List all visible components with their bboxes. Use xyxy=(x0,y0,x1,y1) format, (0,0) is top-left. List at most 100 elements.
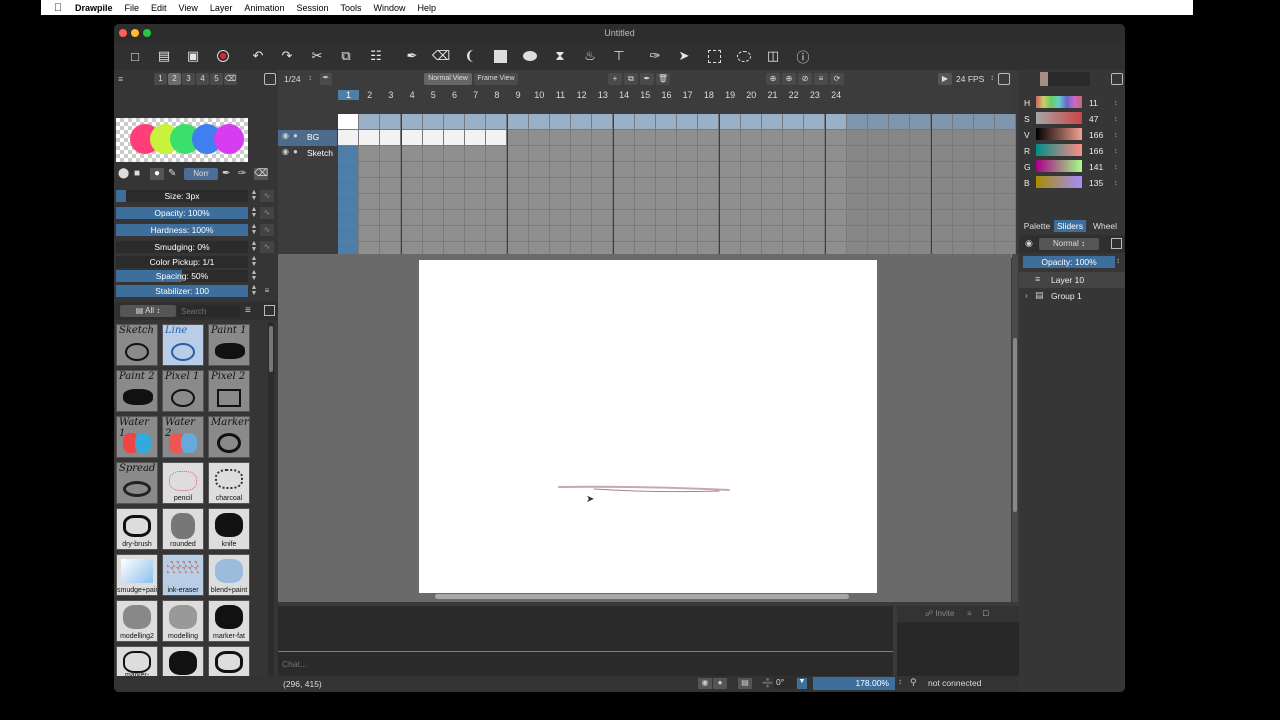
open-document-icon[interactable]: ▤ xyxy=(155,47,173,65)
frame-cell[interactable] xyxy=(613,194,635,210)
frame-cell[interactable] xyxy=(677,194,699,210)
frame-cell[interactable] xyxy=(634,162,656,178)
value-value[interactable]: 166 xyxy=(1089,130,1103,140)
frame-cell[interactable] xyxy=(995,194,1017,210)
blue-value[interactable]: 135 xyxy=(1089,178,1103,188)
frame-number[interactable]: 1 xyxy=(338,90,359,100)
ellipse-tool-icon[interactable] xyxy=(521,47,539,65)
frame-number[interactable]: 10 xyxy=(529,90,550,100)
brush-preset-dry-brush[interactable]: dry-brush xyxy=(116,508,158,550)
brush-preset-modelling[interactable]: modelling xyxy=(162,600,204,642)
record-icon[interactable] xyxy=(214,47,232,65)
add-keyframe-icon[interactable]: + xyxy=(608,73,622,85)
frame-cell[interactable] xyxy=(422,146,444,162)
frame-number[interactable]: 7 xyxy=(465,90,486,100)
frame-cell[interactable] xyxy=(465,178,487,194)
frame-cell[interactable] xyxy=(422,210,444,226)
frame-cell[interactable] xyxy=(974,146,995,162)
frame-cell[interactable] xyxy=(486,226,508,242)
frame-cell[interactable] xyxy=(444,226,465,242)
frame-cell[interactable] xyxy=(550,162,571,178)
frame-cell[interactable] xyxy=(952,194,974,210)
frame-cell[interactable] xyxy=(656,210,677,226)
frame-cell[interactable] xyxy=(762,194,783,210)
blue-slider[interactable] xyxy=(1036,176,1082,188)
frame-cell[interactable] xyxy=(995,226,1017,242)
frame-number[interactable]: 13 xyxy=(592,90,613,100)
frame-cell[interactable] xyxy=(465,146,487,162)
frame-cell[interactable] xyxy=(719,178,741,194)
frame-cell[interactable] xyxy=(613,114,635,130)
frame-cell[interactable] xyxy=(444,146,465,162)
color-panel-undock-icon[interactable] xyxy=(1111,73,1123,85)
eraser-icon[interactable]: ⌫ xyxy=(432,47,450,65)
chat-input[interactable] xyxy=(282,656,882,672)
frame-cell[interactable] xyxy=(804,210,826,226)
frame-cell[interactable] xyxy=(656,130,677,146)
inspector-icon[interactable]: ⓘ xyxy=(794,47,812,65)
frame-cell[interactable] xyxy=(571,146,593,162)
frame-cell[interactable] xyxy=(550,114,571,130)
frame-cell[interactable] xyxy=(974,162,995,178)
frame-cell[interactable] xyxy=(698,210,720,226)
frame-cell[interactable] xyxy=(783,194,805,210)
frame-cell[interactable] xyxy=(486,130,508,146)
frame-cell[interactable] xyxy=(868,178,889,194)
red-slider[interactable] xyxy=(1036,144,1082,156)
frame-cell[interactable] xyxy=(571,210,593,226)
frame-cell[interactable] xyxy=(868,146,889,162)
frame-cell[interactable] xyxy=(825,162,847,178)
frame-cell[interactable] xyxy=(740,178,762,194)
frame-cell[interactable] xyxy=(804,146,826,162)
frame-cell[interactable] xyxy=(995,146,1017,162)
frame-cell[interactable] xyxy=(422,114,444,130)
app-menu[interactable]: Drawpile xyxy=(75,3,119,13)
frame-cell[interactable] xyxy=(465,210,487,226)
session-settings-icon[interactable]: ≡ xyxy=(967,609,972,618)
line-tool-icon[interactable]: ❨ xyxy=(461,47,479,65)
frame-cell[interactable] xyxy=(931,162,953,178)
frame-cell[interactable] xyxy=(380,210,402,226)
frame-cell[interactable] xyxy=(401,130,423,146)
soft-brush-icon[interactable]: ● xyxy=(150,168,164,180)
fps-spinner[interactable]: ↕ xyxy=(990,73,994,82)
size-slider[interactable]: Size: 3px xyxy=(116,190,248,202)
eraser-slot-icon[interactable]: ⌫ xyxy=(224,73,237,85)
blend-mode-select[interactable]: Norr xyxy=(184,168,218,180)
eraser-mode-icon[interactable]: ⌫ xyxy=(254,168,268,180)
value-slider[interactable] xyxy=(1036,128,1082,140)
zoom-spinner[interactable]: ↕ xyxy=(898,677,902,686)
brush-preset-marker-fat[interactable]: marker-fat xyxy=(208,600,250,642)
brush-preset-spread[interactable]: Spread xyxy=(116,462,158,504)
menu-layer[interactable]: Layer xyxy=(204,3,239,13)
frame-cell[interactable] xyxy=(762,226,783,242)
frame-number[interactable]: 20 xyxy=(741,90,762,100)
frame-cell[interactable] xyxy=(698,146,720,162)
expand-chevron-icon[interactable]: › xyxy=(1025,291,1028,300)
frame-cell[interactable] xyxy=(380,114,402,130)
frame-cell[interactable] xyxy=(656,194,677,210)
frame-cell[interactable] xyxy=(783,146,805,162)
frame-cell[interactable] xyxy=(762,210,783,226)
frame-cell[interactable] xyxy=(677,178,699,194)
frame-cell[interactable] xyxy=(592,178,614,194)
frame-cell[interactable] xyxy=(592,146,614,162)
frame-cell[interactable] xyxy=(825,114,847,130)
bezier-tool-icon[interactable]: ⧗ xyxy=(551,47,569,65)
frame-cell[interactable] xyxy=(359,130,381,146)
frame-cell[interactable] xyxy=(868,130,889,146)
zoom-search-icon[interactable]: ⚲ xyxy=(910,677,917,688)
frame-cell[interactable] xyxy=(910,162,932,178)
frame-cell[interactable] xyxy=(762,130,783,146)
frame-cell[interactable] xyxy=(762,146,783,162)
frame-cell[interactable] xyxy=(486,146,508,162)
frame-cell[interactable] xyxy=(952,226,974,242)
frame-cell[interactable] xyxy=(889,114,911,130)
frame-cell[interactable] xyxy=(677,114,699,130)
stabilizer-slider[interactable]: Stabilizer: 100 xyxy=(116,285,248,297)
onion-skin-3-icon[interactable]: ⊘ xyxy=(798,73,812,85)
brush-preset-pixel2[interactable]: Pixel 2 xyxy=(208,370,250,412)
frame-cell[interactable] xyxy=(698,114,720,130)
frame-cell[interactable] xyxy=(338,130,359,146)
rotation-input[interactable]: 0° xyxy=(774,677,796,689)
